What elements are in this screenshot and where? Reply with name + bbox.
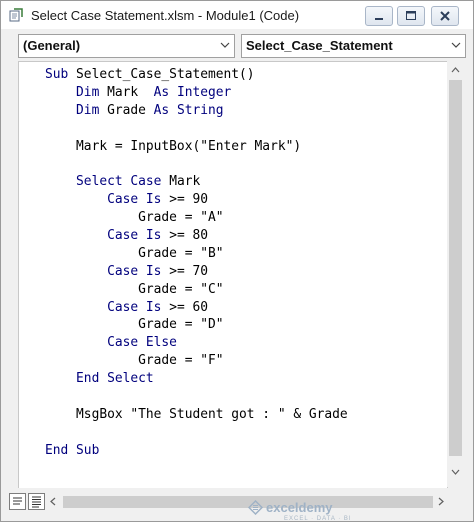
code-keyword: End Sub [45,442,100,458]
bottom-bar: exceldemy EXCEL · DATA · BI [1,488,473,522]
chevron-down-icon [451,42,461,48]
code-line[interactable]: Case Is >= 90 [45,191,348,209]
code-keyword: Case Is [107,228,170,244]
code-keyword: Case Else [107,335,177,351]
code-line[interactable]: Dim Grade As String [45,102,348,120]
code-keyword: Case Is [107,263,170,279]
window-title: Select Case Statement.xlsm - Module1 (Co… [31,8,300,23]
code-keyword: Sub [45,67,77,82]
code-token: >= 70 [169,263,208,279]
code-line[interactable]: End Sub [45,442,348,460]
code-token: MsgBox "The Student got : " & Grade [45,406,348,422]
code-token: Grade = "A" [45,210,224,226]
horizontal-scroll-thumb[interactable]: exceldemy EXCEL · DATA · BI [63,496,433,522]
chevron-down-icon [220,42,230,48]
code-editor[interactable]: Sub Select_Case_Statement() Dim Mark As … [18,61,448,489]
code-token: Mark [107,84,154,100]
maximize-icon [406,11,416,20]
watermark-name: exceldemy [266,500,333,515]
procedure-view-icon [13,497,22,505]
code-line[interactable] [45,424,348,442]
code-keyword: Select Case [76,174,170,190]
scroll-right-icon[interactable] [438,497,444,506]
object-dropdown-value: (General) [23,38,81,53]
maximize-button[interactable] [397,6,425,26]
code-token: >= 80 [169,228,208,244]
code-keyword: Dim [76,84,108,100]
code-token: Mark [169,174,201,190]
scroll-left-icon[interactable] [50,497,56,506]
code-line[interactable]: Sub Select_Case_Statement() [45,66,348,84]
full-module-view-icon [32,496,41,508]
code-line[interactable] [45,120,348,138]
code-line[interactable]: Grade = "A" [45,209,348,227]
code-line[interactable]: Case Is >= 60 [45,299,348,317]
code-line[interactable]: Select Case Mark [45,173,348,191]
vba-module-icon [9,8,23,22]
code-keyword: End Select [76,371,154,387]
minimize-button[interactable] [365,6,393,26]
code-line[interactable]: Case Is >= 80 [45,227,348,245]
code-line[interactable]: Dim Mark As Integer [45,84,348,102]
code-line[interactable] [45,388,348,406]
code-line[interactable] [45,155,348,173]
code-token: >= 90 [169,192,208,208]
scroll-up-icon[interactable] [451,67,460,73]
procedure-dropdown-bar: (General) Select_Case_Statement [1,29,473,61]
code-token: >= 60 [169,299,208,315]
code-keyword: Case Is [107,299,170,315]
code-keyword: Dim [76,102,108,118]
watermark-tagline: EXCEL · DATA · BI [284,516,352,522]
minimize-icon [375,18,383,20]
procedure-dropdown-value: Select_Case_Statement [246,38,393,53]
full-module-view-button[interactable] [28,493,45,510]
code-keyword: As Integer [153,84,232,100]
scroll-down-icon[interactable] [451,469,460,475]
procedure-view-button[interactable] [9,493,26,510]
code-line[interactable]: Mark = InputBox("Enter Mark") [45,138,348,156]
code-token: Select_Case_Statement() [76,67,255,82]
code-line[interactable]: Grade = "C" [45,281,348,299]
code-token: Grade [107,102,154,118]
code-line[interactable]: Grade = "B" [45,245,348,263]
code-line[interactable]: End Select [45,370,348,388]
exceldemy-logo-icon [248,500,263,515]
object-dropdown[interactable]: (General) [18,34,235,58]
code-line[interactable]: Case Is >= 70 [45,263,348,281]
vertical-scrollbar[interactable] [447,61,464,487]
title-bar[interactable]: Select Case Statement.xlsm - Module1 (Co… [1,1,473,29]
code-line[interactable]: Case Else [45,334,348,352]
code-keyword: Case Is [107,192,170,208]
close-button[interactable] [431,6,459,26]
code-line[interactable]: Grade = "F" [45,352,348,370]
procedure-dropdown[interactable]: Select_Case_Statement [241,34,466,58]
close-icon [440,11,450,21]
vba-code-window: Select Case Statement.xlsm - Module1 (Co… [0,0,474,522]
code-token: Grade = "C" [45,281,224,297]
code-keyword: As String [153,102,224,118]
code-line[interactable]: Grade = "D" [45,316,348,334]
vertical-scroll-thumb[interactable] [449,80,462,456]
code-line[interactable]: MsgBox "The Student got : " & Grade [45,406,348,424]
code-token: Mark = InputBox("Enter Mark") [45,138,302,154]
code-token: Grade = "D" [45,317,224,333]
code-token: Grade = "F" [45,353,224,369]
code-token: Grade = "B" [45,245,224,261]
code-text[interactable]: Sub Select_Case_Statement() Dim Mark As … [45,66,348,460]
